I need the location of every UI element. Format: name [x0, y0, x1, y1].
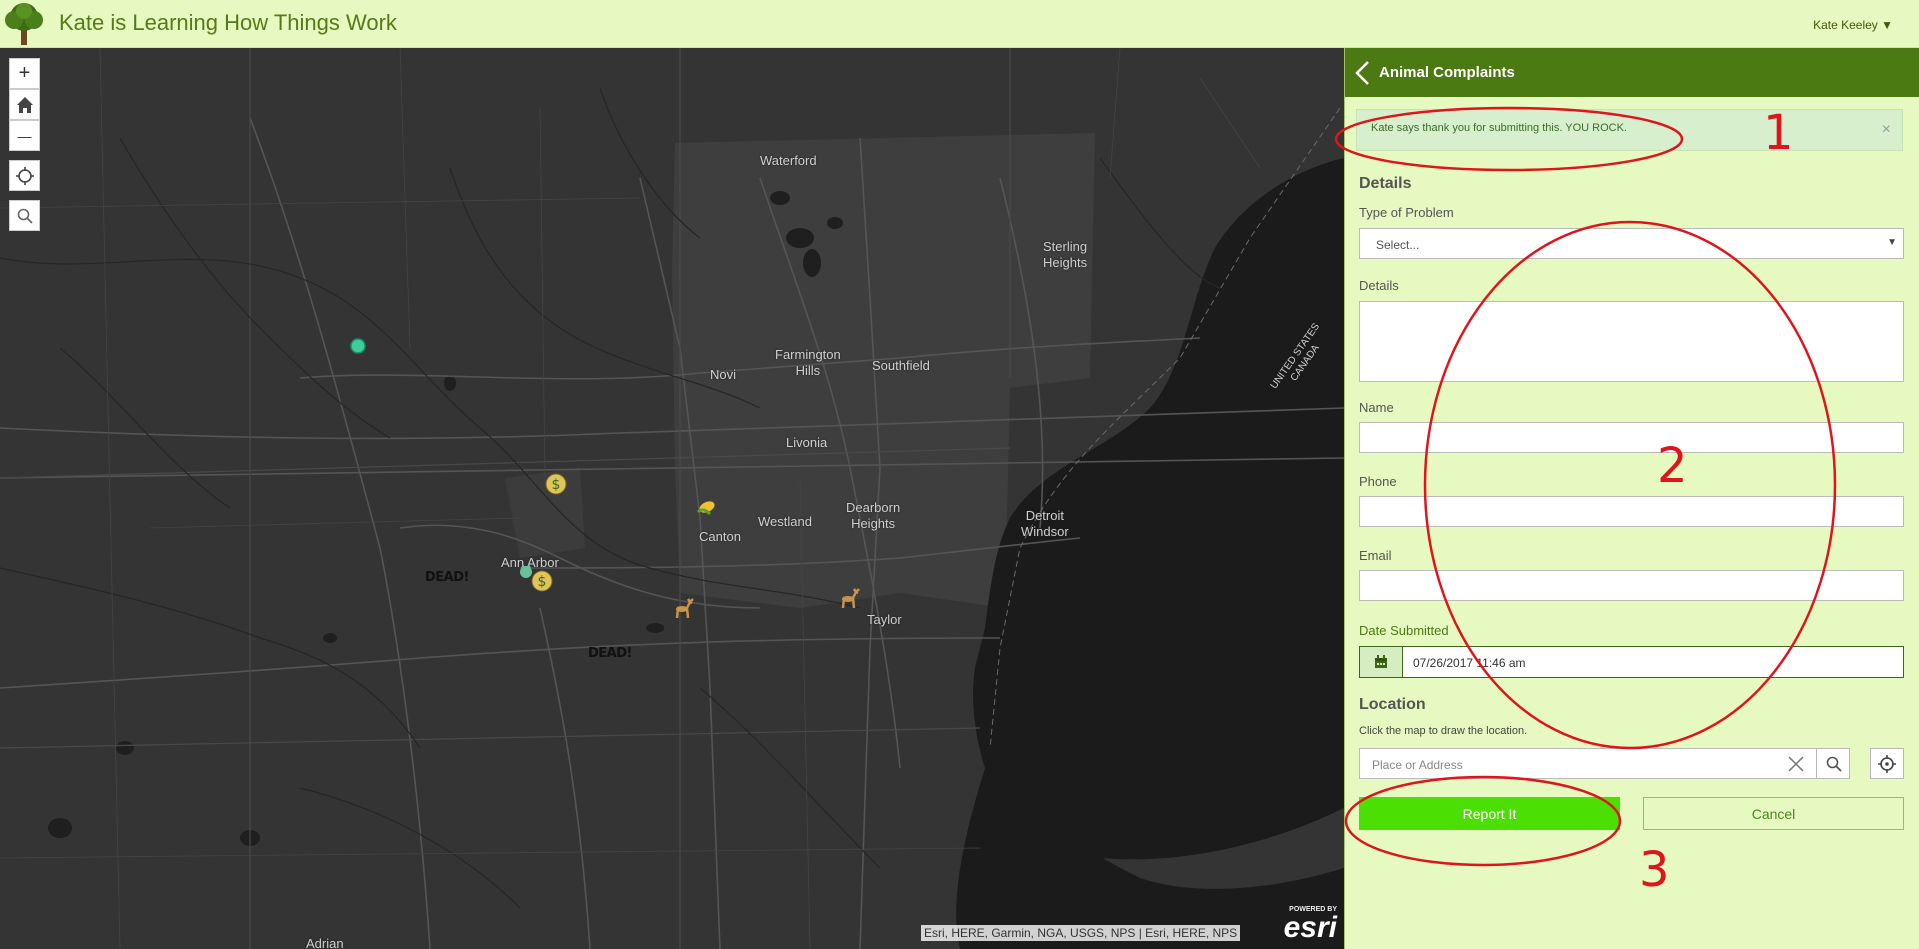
app-header: Kate is Learning How Things Work Kate Ke… [0, 0, 1919, 48]
panel-title: Animal Complaints [1379, 64, 1515, 81]
zoom-out-button[interactable]: — [9, 120, 40, 151]
date-value: 07/26/2017 11:46 am [1413, 656, 1526, 670]
details-textarea[interactable] [1359, 301, 1904, 382]
back-chevron-icon[interactable] [1353, 60, 1373, 86]
deer-marker-icon[interactable] [838, 588, 860, 616]
locate-button[interactable] [9, 160, 40, 191]
email-input[interactable] [1359, 570, 1904, 601]
report-it-button[interactable]: Report It [1359, 797, 1620, 830]
map-label-livonia: Livonia [786, 435, 828, 450]
corn-marker-icon[interactable] [695, 498, 717, 522]
svg-text:$: $ [552, 477, 561, 493]
cancel-button[interactable]: Cancel [1643, 797, 1904, 830]
map-label-dead: DEAD! [425, 570, 469, 585]
name-label: Name [1359, 400, 1394, 415]
details-label: Details [1359, 278, 1399, 293]
map-label-southfield: Southfield [872, 358, 930, 373]
deer-marker-icon[interactable] [672, 598, 694, 626]
panel-header: Animal Complaints [1345, 48, 1919, 97]
annotation-number-1: 1 [1763, 105, 1794, 161]
map-label-novi: Novi [710, 367, 737, 382]
home-button[interactable] [9, 89, 40, 120]
map-label-adrian: Adrian [306, 936, 344, 949]
map-controls: + — [9, 58, 40, 231]
map-label-canton: Canton [699, 529, 741, 544]
esri-brand-text: esri [1283, 911, 1337, 944]
location-section-title: Location [1359, 696, 1426, 713]
location-hint: Click the map to draw the location. [1359, 725, 1528, 737]
calendar-icon[interactable] [1360, 647, 1403, 677]
feature-point[interactable] [350, 338, 366, 354]
phone-input[interactable] [1359, 496, 1904, 527]
cat-marker-icon[interactable] [518, 563, 534, 583]
tree-logo-icon [5, 3, 43, 45]
user-menu[interactable]: Kate Keeley ▼ [1813, 18, 1893, 32]
details-section-title: Details [1359, 175, 1412, 192]
type-of-problem-select[interactable]: Select... ▼ [1359, 228, 1904, 259]
type-of-problem-label: Type of Problem [1359, 205, 1454, 220]
annotation-number-2: 2 [1657, 438, 1688, 494]
basemap [0, 48, 1344, 949]
map-label-waterford: Waterford [760, 153, 817, 168]
dropdown-caret-icon: ▼ [1887, 237, 1897, 248]
zoom-in-button[interactable]: + [9, 58, 40, 89]
map-search-button[interactable] [9, 200, 40, 231]
name-input[interactable] [1359, 422, 1904, 453]
alert-close-button[interactable]: × [1882, 121, 1891, 139]
alert-message: Kate says thank you for submitting this.… [1371, 122, 1627, 134]
date-submitted-label: Date Submitted [1359, 623, 1449, 638]
home-icon [16, 96, 33, 113]
address-input[interactable]: Place or Address [1372, 758, 1463, 772]
map-view[interactable]: Waterford Sterling Heights Farmington Hi… [0, 48, 1344, 949]
date-submitted-field[interactable]: 07/26/2017 11:46 am [1359, 646, 1904, 678]
map-label-westland: Westland [758, 514, 812, 529]
svg-text:$: $ [538, 574, 547, 590]
app-title: Kate is Learning How Things Work [59, 10, 397, 35]
side-panel: Animal Complaints Kate says thank you fo… [1344, 48, 1919, 949]
crosshair-icon [1878, 754, 1896, 773]
phone-label: Phone [1359, 474, 1397, 489]
map-label-dearborn-heights: Dearborn Heights [846, 500, 901, 531]
annotation-number-3: 3 [1639, 842, 1670, 898]
search-icon [1826, 756, 1842, 772]
map-label-sterling-heights: Sterling Heights [1043, 239, 1088, 270]
search-icon [17, 208, 33, 224]
esri-logo: POWERED BY esri [1275, 906, 1337, 948]
use-my-location-button[interactable] [1870, 748, 1904, 779]
dollar-marker-icon[interactable]: $ [545, 473, 567, 499]
crosshair-icon [15, 166, 34, 185]
map-label-taylor: Taylor [867, 612, 902, 627]
map-label-dead: DEAD! [588, 646, 632, 661]
map-label-detroit-windsor: Detroit Windsor [1021, 508, 1069, 539]
success-alert: Kate says thank you for submitting this.… [1356, 109, 1903, 151]
address-search-button[interactable] [1816, 748, 1851, 779]
map-label-farmington-hills: Farmington Hills [775, 347, 841, 378]
email-label: Email [1359, 548, 1392, 563]
type-select-value: Select... [1376, 238, 1420, 252]
clear-icon[interactable] [1786, 754, 1806, 774]
address-search-box[interactable]: Place or Address [1359, 748, 1850, 779]
dollar-marker-icon[interactable]: $ [531, 570, 553, 596]
map-attribution: Esri, HERE, Garmin, NGA, USGS, NPS | Esr… [921, 925, 1241, 941]
